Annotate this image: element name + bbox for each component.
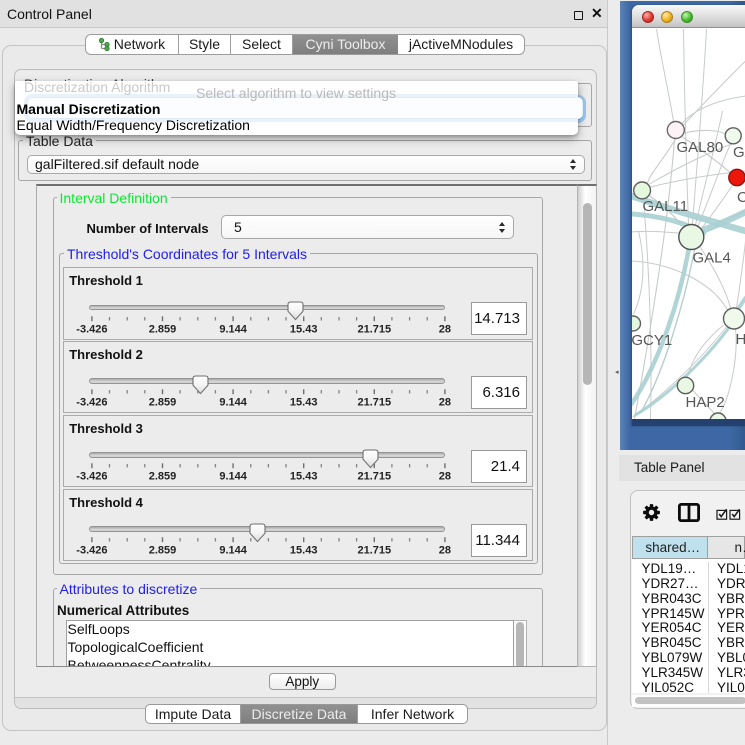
svg-text:9.144: 9.144 <box>219 397 247 409</box>
svg-text:-3.426: -3.426 <box>76 471 107 483</box>
svg-text:28: 28 <box>438 397 450 409</box>
svg-text:9.144: 9.144 <box>219 471 247 483</box>
svg-text:21.715: 21.715 <box>357 471 391 483</box>
svg-text:28: 28 <box>438 471 450 483</box>
svg-text:GA: GA <box>733 144 745 161</box>
svg-text:GAL4: GAL4 <box>692 250 730 267</box>
svg-text:28: 28 <box>438 323 450 335</box>
svg-text:15.43: 15.43 <box>290 471 318 483</box>
svg-text:28: 28 <box>438 545 450 557</box>
svg-text:21.715: 21.715 <box>357 323 391 335</box>
svg-text:H: H <box>735 331 745 348</box>
svg-text:-3.426: -3.426 <box>76 397 107 409</box>
svg-text:GAL11: GAL11 <box>642 198 688 215</box>
svg-text:15.43: 15.43 <box>290 323 318 335</box>
svg-text:15.43: 15.43 <box>290 397 318 409</box>
svg-text:-3.426: -3.426 <box>76 545 107 557</box>
svg-text:2.859: 2.859 <box>148 471 176 483</box>
svg-text:2.859: 2.859 <box>148 397 176 409</box>
svg-text:9.144: 9.144 <box>219 323 247 335</box>
svg-text:21.715: 21.715 <box>357 545 391 557</box>
svg-text:21.715: 21.715 <box>357 397 391 409</box>
svg-text:9.144: 9.144 <box>219 545 247 557</box>
svg-text:GAL80: GAL80 <box>676 139 723 156</box>
svg-text:2.859: 2.859 <box>148 323 176 335</box>
svg-text:2.859: 2.859 <box>148 545 176 557</box>
svg-text:GCY1: GCY1 <box>632 332 672 349</box>
svg-text:C: C <box>737 189 745 206</box>
svg-text:15.43: 15.43 <box>290 545 318 557</box>
svg-text:HAP2: HAP2 <box>685 394 724 411</box>
svg-text:-3.426: -3.426 <box>76 323 107 335</box>
